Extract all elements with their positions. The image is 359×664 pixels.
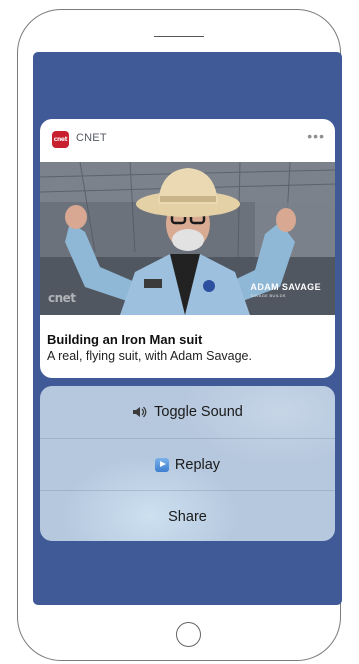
toggle-sound-button[interactable]: Toggle Sound: [40, 386, 335, 437]
cnet-watermark: cnet: [48, 291, 76, 305]
lower-third-subtitle: SAVAGE BUILDS: [250, 293, 286, 298]
lower-third-name: ADAM SAVAGE: [250, 282, 321, 292]
lower-third-caption: ADAM SAVAGE SAVAGE BUILDS: [250, 282, 321, 298]
replay-button[interactable]: Replay: [40, 438, 335, 490]
cnet-app-icon: cnet: [52, 131, 69, 148]
speaker-icon: [132, 405, 148, 419]
replay-label: Replay: [174, 456, 221, 473]
home-button[interactable]: [176, 622, 201, 647]
play-icon: [154, 457, 169, 472]
share-label: Share: [168, 508, 207, 525]
earpiece-speaker: [154, 36, 204, 37]
video-thumbnail[interactable]: cnet ADAM SAVAGE SAVAGE BUILDS: [40, 162, 335, 315]
notification-header: cnet CNET •••: [40, 119, 335, 162]
notification-card[interactable]: cnet CNET ••• cnet ADAM SAVAGE SAVAGE BU…: [40, 119, 335, 378]
more-options-icon[interactable]: •••: [307, 128, 325, 144]
lock-screen: cnet CNET ••• cnet ADAM SAVAGE SAVAGE BU…: [33, 52, 342, 605]
app-name: CNET: [76, 132, 107, 144]
notification-title: Building an Iron Man suit: [47, 332, 203, 347]
action-sheet: Toggle Sound Replay Share: [40, 386, 335, 541]
toggle-sound-label: Toggle Sound: [154, 403, 243, 420]
notification-body: A real, flying suit, with Adam Savage.: [47, 349, 252, 363]
share-button[interactable]: Share: [40, 490, 335, 541]
